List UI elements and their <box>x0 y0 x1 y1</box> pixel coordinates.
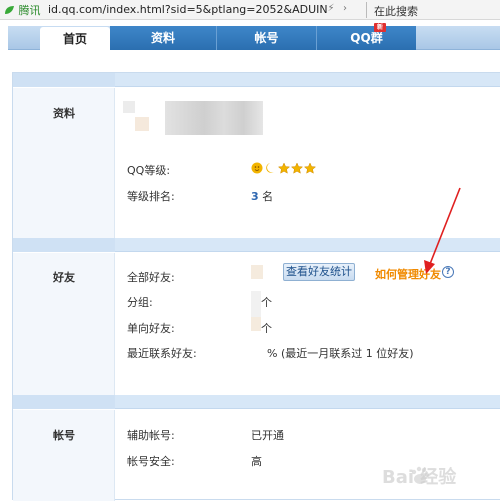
content-panel: 资料 QQ等级: 等级排名: 3 名 好友 全部好友: 查看好友统计 如何管理好… <box>12 72 500 501</box>
account-security-label: 帐号安全: <box>127 455 175 468</box>
blurred-one-way-count <box>251 317 261 331</box>
all-friends-label: 全部好友: <box>127 271 175 284</box>
url-field[interactable]: id.qq.com/index.html?sid=5&ptlang=2052&A… <box>48 3 340 16</box>
account-section-header-left <box>13 395 115 409</box>
browser-brand: 腾讯 <box>3 2 41 18</box>
account-left-column <box>13 410 115 501</box>
level-rank-label: 等级排名: <box>127 190 175 203</box>
tab-home[interactable]: 首页 <box>40 27 110 50</box>
recent-contacts-value: % (最近一月联系过 1 位好友) <box>267 347 414 360</box>
chevron-right-icon[interactable]: › <box>338 3 352 14</box>
recent-contacts-label: 最近联系好友: <box>127 347 197 360</box>
view-friend-stats-button[interactable]: 查看好友统计 <box>283 263 355 281</box>
groups-label: 分组: <box>127 296 153 309</box>
tab-qq-group-label: QQ群 <box>350 31 383 45</box>
qq-level-icons <box>251 162 317 174</box>
moon-icon <box>266 163 274 173</box>
tab-qq-group[interactable]: QQ群新 <box>316 23 416 50</box>
friends-section-title: 好友 <box>53 271 75 284</box>
account-section-title: 帐号 <box>53 429 75 442</box>
blurred-friend-count <box>251 265 263 279</box>
level-rank-value: 3 <box>251 190 259 203</box>
star-icon <box>290 162 304 174</box>
aux-account-label: 辅助帐号: <box>127 429 175 442</box>
star-icon <box>277 162 291 174</box>
new-badge: 新 <box>374 23 386 32</box>
aux-account-value: 已开通 <box>251 429 284 442</box>
speed-mode-icon[interactable]: ⚡ <box>324 3 338 14</box>
account-section-header <box>13 395 500 409</box>
tab-profile-label: 资料 <box>150 31 175 45</box>
browser-address-bar: 腾讯 id.qq.com/index.html?sid=5&ptlang=205… <box>0 0 500 20</box>
groups-unit: 个 <box>261 296 272 309</box>
tab-account[interactable]: 帐号 <box>216 26 316 50</box>
blurred-nickname <box>123 101 135 113</box>
baidu-jingyan-watermark: Bai 经验 <box>382 466 457 488</box>
sun-icon <box>251 162 263 174</box>
tab-profile[interactable]: 资料 <box>110 26 216 50</box>
watermark-text: Bai 经验 <box>382 466 457 488</box>
blurred-account-id <box>165 101 263 135</box>
profile-section-header <box>13 73 500 87</box>
qq-level-label: QQ等级: <box>127 164 171 177</box>
level-rank-value-row: 3 名 <box>251 188 273 204</box>
address-bar-divider <box>366 2 367 18</box>
star-icon <box>303 162 317 174</box>
one-way-friends-unit: 个 <box>261 322 272 335</box>
blurred-avatar <box>135 117 149 131</box>
friends-section-header-left <box>13 238 115 252</box>
tab-home-label: 首页 <box>62 32 87 46</box>
browser-brand-label: 腾讯 <box>18 4 41 17</box>
nav-tabs: 首页 资料 帐号 QQ群新 <box>8 23 500 50</box>
profile-section-header-left <box>13 73 115 87</box>
level-rank-unit: 名 <box>262 190 274 203</box>
one-way-friends-label: 单向好友: <box>127 322 175 335</box>
tencent-leaf-icon <box>5 6 14 14</box>
account-security-value: 高 <box>251 455 262 468</box>
address-bar-icons: ⚡ › <box>324 3 358 17</box>
annotation-arrow <box>424 187 461 274</box>
tab-account-label: 帐号 <box>254 31 279 45</box>
profile-section-title: 资料 <box>53 107 75 120</box>
search-input[interactable]: 在此搜索 <box>374 3 418 19</box>
